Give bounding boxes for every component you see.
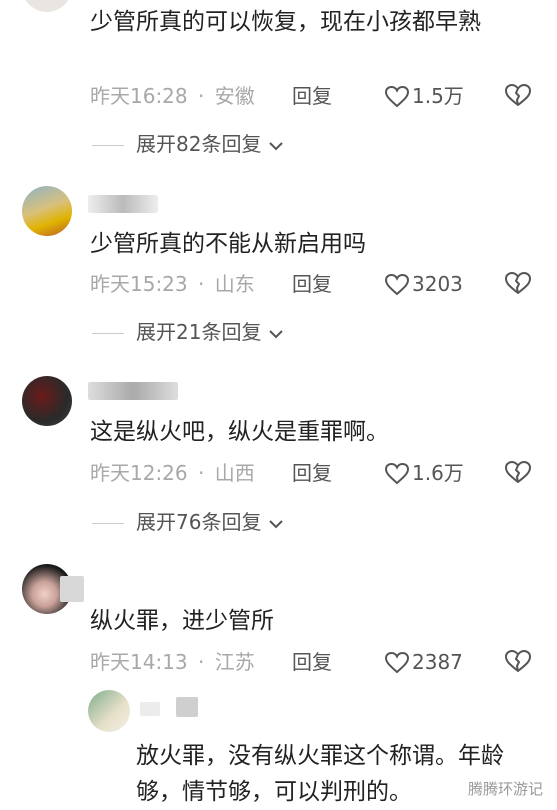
comment-meta: 昨天16:28 · 安徽 回复 — [90, 82, 332, 110]
comment-text: 少管所真的不能从新启用吗 — [90, 231, 366, 257]
heart-icon — [384, 85, 410, 108]
avatar[interactable] — [22, 186, 72, 236]
dislike-button[interactable] — [505, 272, 531, 300]
like-count: 1.5万 — [412, 84, 464, 108]
like-count: 2387 — [412, 650, 463, 674]
comment-location: 安徽 — [214, 84, 255, 108]
expand-line — [92, 145, 124, 146]
comment-location: 江苏 — [214, 650, 255, 674]
expand-replies-button[interactable]: 展开82条回复 — [92, 130, 284, 158]
username-blurred — [88, 195, 158, 213]
heart-icon — [384, 273, 410, 296]
watermark: 腾腾环游记 — [467, 780, 543, 798]
broken-heart-icon — [505, 650, 531, 672]
reply-button[interactable]: 回复 — [292, 82, 332, 110]
comment-text: 这是纵火吧，纵火是重罪啊。 — [90, 419, 389, 445]
dislike-button[interactable] — [505, 650, 531, 678]
comment-meta: 昨天12:26 · 山西 回复 — [90, 459, 332, 487]
reply-button[interactable]: 回复 — [292, 459, 332, 487]
expand-line — [92, 333, 124, 334]
reply-button[interactable]: 回复 — [292, 648, 332, 676]
broken-heart-icon — [505, 84, 531, 106]
expand-replies-button[interactable]: 展开76条回复 — [92, 508, 284, 536]
broken-heart-icon — [505, 272, 531, 294]
reply-button[interactable]: 回复 — [292, 270, 332, 298]
expand-label: 展开76条回复 — [136, 510, 262, 534]
avatar[interactable] — [22, 376, 72, 426]
like-button[interactable]: 1.5万 — [384, 82, 464, 110]
chevron-down-icon — [269, 520, 283, 529]
reply-avatar[interactable] — [88, 690, 130, 732]
reply-text: 放火罪，没有纵火罪这个称谓。年龄够，情节够，可以判刑的。 — [136, 743, 504, 805]
username-blurred — [140, 702, 160, 716]
like-button[interactable]: 1.6万 — [384, 459, 464, 487]
comment-time: 昨天16:28 — [90, 84, 188, 108]
chevron-down-icon — [269, 330, 283, 339]
avatar[interactable] — [22, 0, 72, 12]
username-blurred — [88, 382, 178, 400]
username-blurred — [60, 576, 84, 602]
comment-text: 少管所真的可以恢复，现在小孩都早熟 — [90, 9, 481, 35]
comment-time: 昨天14:13 — [90, 650, 188, 674]
comment-meta: 昨天14:13 · 江苏 回复 — [90, 648, 332, 676]
dislike-button[interactable] — [505, 84, 531, 112]
dislike-button[interactable] — [505, 461, 531, 489]
heart-icon — [384, 651, 410, 674]
like-count: 3203 — [412, 272, 463, 296]
like-button[interactable]: 2387 — [384, 648, 463, 676]
chevron-down-icon — [269, 142, 283, 151]
comment-text: 纵火罪，进少管所 — [90, 608, 274, 634]
expand-line — [92, 523, 124, 524]
meta-separator: · — [198, 461, 205, 485]
like-count: 1.6万 — [412, 461, 464, 485]
meta-separator: · — [198, 650, 205, 674]
like-button[interactable]: 3203 — [384, 270, 463, 298]
expand-label: 展开21条回复 — [136, 320, 262, 344]
comment-meta: 昨天15:23 · 山东 回复 — [90, 270, 332, 298]
comment-location: 山东 — [214, 272, 255, 296]
meta-separator: · — [198, 84, 205, 108]
heart-icon — [384, 462, 410, 485]
expand-label: 展开82条回复 — [136, 132, 262, 156]
username-blurred — [176, 697, 198, 717]
broken-heart-icon — [505, 461, 531, 483]
comment-time: 昨天12:26 — [90, 461, 188, 485]
comment-location: 山西 — [214, 461, 255, 485]
expand-replies-button[interactable]: 展开21条回复 — [92, 318, 284, 346]
comment-time: 昨天15:23 — [90, 272, 188, 296]
meta-separator: · — [198, 272, 205, 296]
